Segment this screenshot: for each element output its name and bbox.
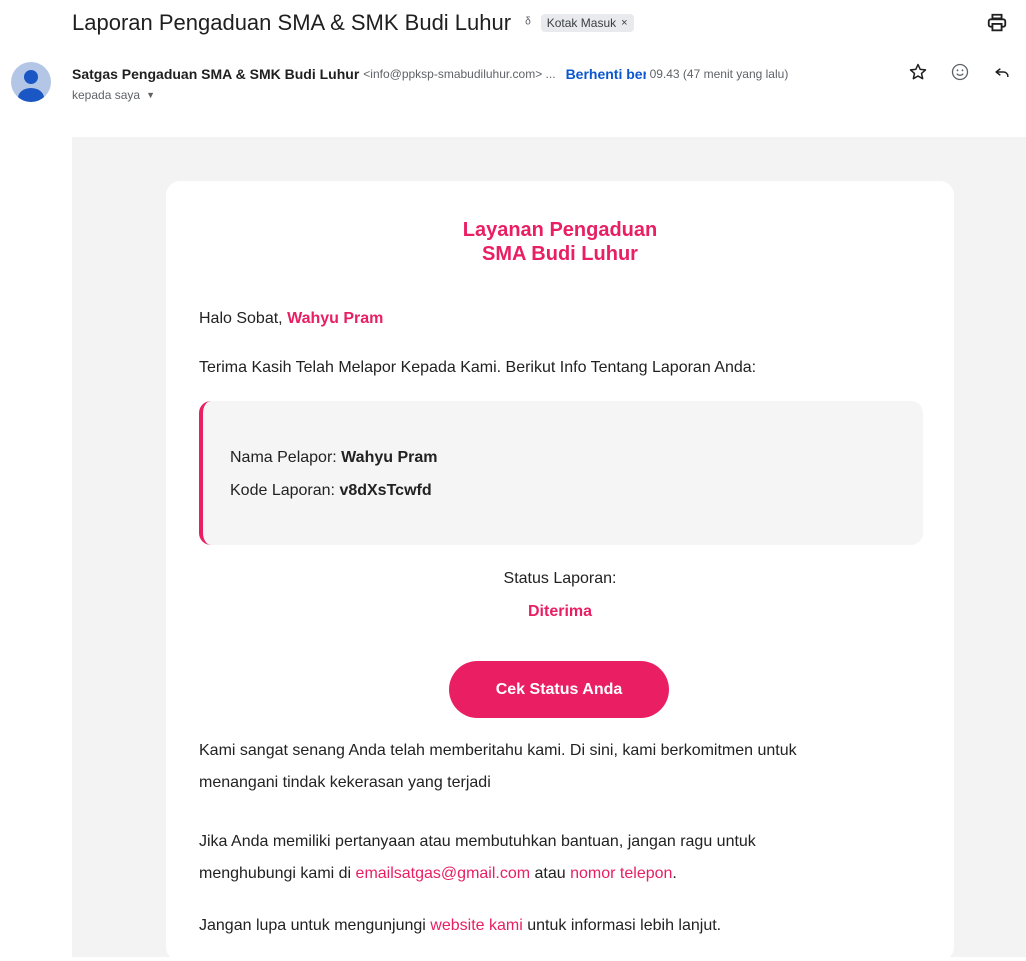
sender-name[interactable]: Satgas Pengaduan SMA & SMK Budi Luhur: [72, 66, 359, 82]
star-icon[interactable]: [908, 62, 928, 82]
report-code-line: Kode Laporan: v8dXsTcwfd: [230, 482, 432, 500]
report-code-label: Kode Laporan:: [230, 482, 335, 499]
paragraph-commitment-line1: Kami sangat senang Anda telah memberitah…: [199, 742, 797, 759]
reporter-label: Nama Pelapor:: [230, 449, 337, 466]
report-code-value: v8dXsTcwfd: [339, 482, 432, 499]
label-chip-inbox: Kotak Masuk ×: [540, 14, 634, 32]
caret-down-icon[interactable]: ▼: [146, 90, 155, 100]
website-suffix: untuk informasi lebih lanjut.: [527, 917, 722, 934]
emoji-icon[interactable]: [950, 62, 970, 82]
recipient-row[interactable]: kepada saya ▼: [72, 88, 155, 102]
recipient-label: kepada saya: [72, 88, 141, 102]
contact-mid: atau: [534, 865, 566, 882]
status-value: Diterima: [527, 603, 593, 620]
unsubscribe-link[interactable]: Berhenti berlangganan: [566, 66, 646, 82]
subject-row: Laporan Pengaduan SMA & SMK Budi Luhur ᵟ…: [72, 10, 634, 36]
report-info-box: Nama Pelapor: Wahyu Pram Kode Laporan: v…: [199, 401, 923, 545]
check-status-button[interactable]: Cek Status Anda: [449, 661, 669, 718]
print-icon[interactable]: [986, 12, 1008, 34]
sender-row: Satgas Pengaduan SMA & SMK Budi Luhur <i…: [72, 62, 1012, 84]
greeting-prefix: Halo Sobat,: [199, 310, 283, 327]
contact-email-link[interactable]: emailsatgas@gmail.com: [356, 865, 531, 882]
paragraph-contact-line2: menghubungi kami di emailsatgas@gmail.co…: [199, 858, 756, 890]
email-time: 09.43 (47 menit yang lalu): [649, 67, 789, 81]
website-link[interactable]: website kami: [430, 917, 522, 934]
paragraph-contact: Jika Anda memiliki pertanyaan atau membu…: [199, 826, 756, 890]
website-prefix: Jangan lupa untuk mengunjungi: [199, 917, 426, 934]
greeting-name: Wahyu Pram: [287, 310, 384, 327]
reply-icon[interactable]: [992, 62, 1012, 82]
paragraph-website: Jangan lupa untuk mengunjungi website ka…: [199, 910, 721, 942]
status-label: Status Laporan:: [503, 570, 617, 587]
email-title: Layanan Pengaduan SMA Budi Luhur: [0, 218, 1026, 266]
label-remove-icon[interactable]: ×: [621, 17, 627, 29]
label-chip-text: Kotak Masuk: [546, 16, 617, 30]
email-subject: Laporan Pengaduan SMA & SMK Budi Luhur: [72, 10, 512, 35]
sender-email: <info@ppksp-smabudiluhur.com> ...: [363, 67, 556, 81]
intro-text: Terima Kasih Telah Melapor Kepada Kami. …: [199, 359, 757, 376]
person-icon: [18, 70, 44, 102]
header-actions: [908, 62, 1012, 82]
paragraph-contact-line1: Jika Anda memiliki pertanyaan atau membu…: [199, 833, 756, 850]
sender-avatar[interactable]: [11, 62, 51, 102]
contact-prefix: menghubungi kami di: [199, 865, 352, 882]
important-icon[interactable]: ᵟ: [525, 15, 531, 32]
reporter-value: Wahyu Pram: [341, 449, 438, 466]
contact-end: .: [672, 865, 677, 882]
paragraph-commitment-line2: menangani tindak kekerasan yang terjadi: [199, 774, 491, 791]
reporter-line: Nama Pelapor: Wahyu Pram: [230, 449, 438, 467]
greeting: Halo Sobat, Wahyu Pram: [199, 310, 383, 328]
email-title-line1: Layanan Pengaduan: [462, 219, 658, 241]
phone-link[interactable]: nomor telepon: [570, 865, 672, 882]
paragraph-commitment: Kami sangat senang Anda telah memberitah…: [199, 735, 797, 799]
email-title-line2: SMA Budi Luhur: [482, 243, 638, 265]
